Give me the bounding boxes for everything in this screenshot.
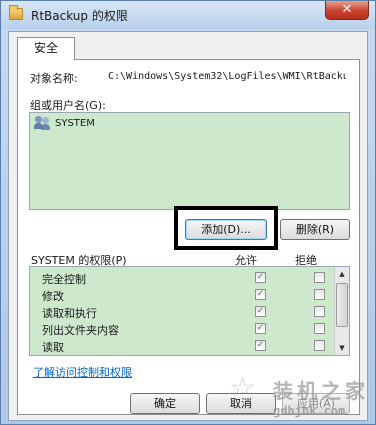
allow-checkbox[interactable]: ✓ (255, 272, 266, 283)
highlight-annotation (174, 206, 278, 250)
cancel-button[interactable]: 取消 (206, 393, 276, 414)
deny-checkbox[interactable] (314, 323, 325, 334)
permission-name: 读取和执行 (42, 307, 97, 320)
tab-security[interactable]: 安全 (17, 37, 75, 60)
deny-checkbox[interactable] (314, 289, 325, 300)
watermark-url: gdhjbk.com (273, 404, 346, 418)
remove-button[interactable]: 删除(R) (280, 219, 350, 240)
object-name-label: 对象名称: (30, 72, 78, 85)
allow-checkbox[interactable]: ✓ (255, 306, 266, 317)
permission-name: 读取 (42, 341, 64, 354)
permissions-list: 完全控制 ✓ 修改 ✓ 读取和执行 ✓ 列出文件夹内容 ✓ 读取 ✓ ▲ ▼ (29, 266, 350, 356)
watermark-logo: 装机之家 (273, 379, 369, 403)
list-item-system[interactable]: SYSTEM (34, 116, 95, 130)
deny-checkbox[interactable] (314, 272, 325, 283)
allow-checkbox[interactable]: ✓ (255, 289, 266, 300)
learn-access-control-link[interactable]: 了解访问控制和权限 (33, 364, 132, 380)
allow-checkbox[interactable]: ✓ (255, 340, 266, 351)
permission-name: 修改 (42, 290, 64, 303)
scroll-up-icon[interactable]: ▲ (335, 267, 349, 281)
deny-checkbox[interactable] (314, 306, 325, 317)
permission-row: 列出文件夹内容 ✓ (42, 321, 342, 337)
window-title: RtBackup 的权限 (31, 9, 128, 23)
ok-button[interactable]: 确定 (130, 393, 200, 414)
permission-row: 完全控制 ✓ (42, 270, 342, 286)
close-button[interactable]: ✕ (325, 1, 369, 20)
allow-checkbox[interactable]: ✓ (255, 323, 266, 334)
permission-row: 修改 ✓ (42, 287, 342, 303)
deny-checkbox[interactable] (314, 340, 325, 351)
permission-row: 读取 ✓ (42, 338, 342, 354)
user-name: SYSTEM (55, 117, 95, 129)
scroll-down-icon[interactable]: ▼ (335, 341, 349, 355)
title-bar[interactable]: RtBackup 的权限 ✕ (1, 1, 375, 29)
permission-name: 完全控制 (42, 273, 86, 286)
folder-icon (9, 5, 23, 20)
permissions-scrollbar[interactable]: ▲ ▼ (334, 267, 349, 355)
permission-row: 读取和执行 ✓ (42, 304, 342, 320)
users-icon (34, 116, 52, 130)
scroll-thumb[interactable] (336, 283, 348, 327)
users-label: 组或用户名(G): (30, 99, 106, 112)
object-name-value: C:\Windows\System32\LogFiles\WMI\RtBacku (108, 71, 346, 82)
permissions-dialog: RtBackup 的权限 ✕ 安全 对象名称: C:\Windows\Syste… (0, 0, 376, 425)
permission-name: 列出文件夹内容 (42, 324, 119, 337)
users-list[interactable]: SYSTEM (29, 112, 350, 210)
